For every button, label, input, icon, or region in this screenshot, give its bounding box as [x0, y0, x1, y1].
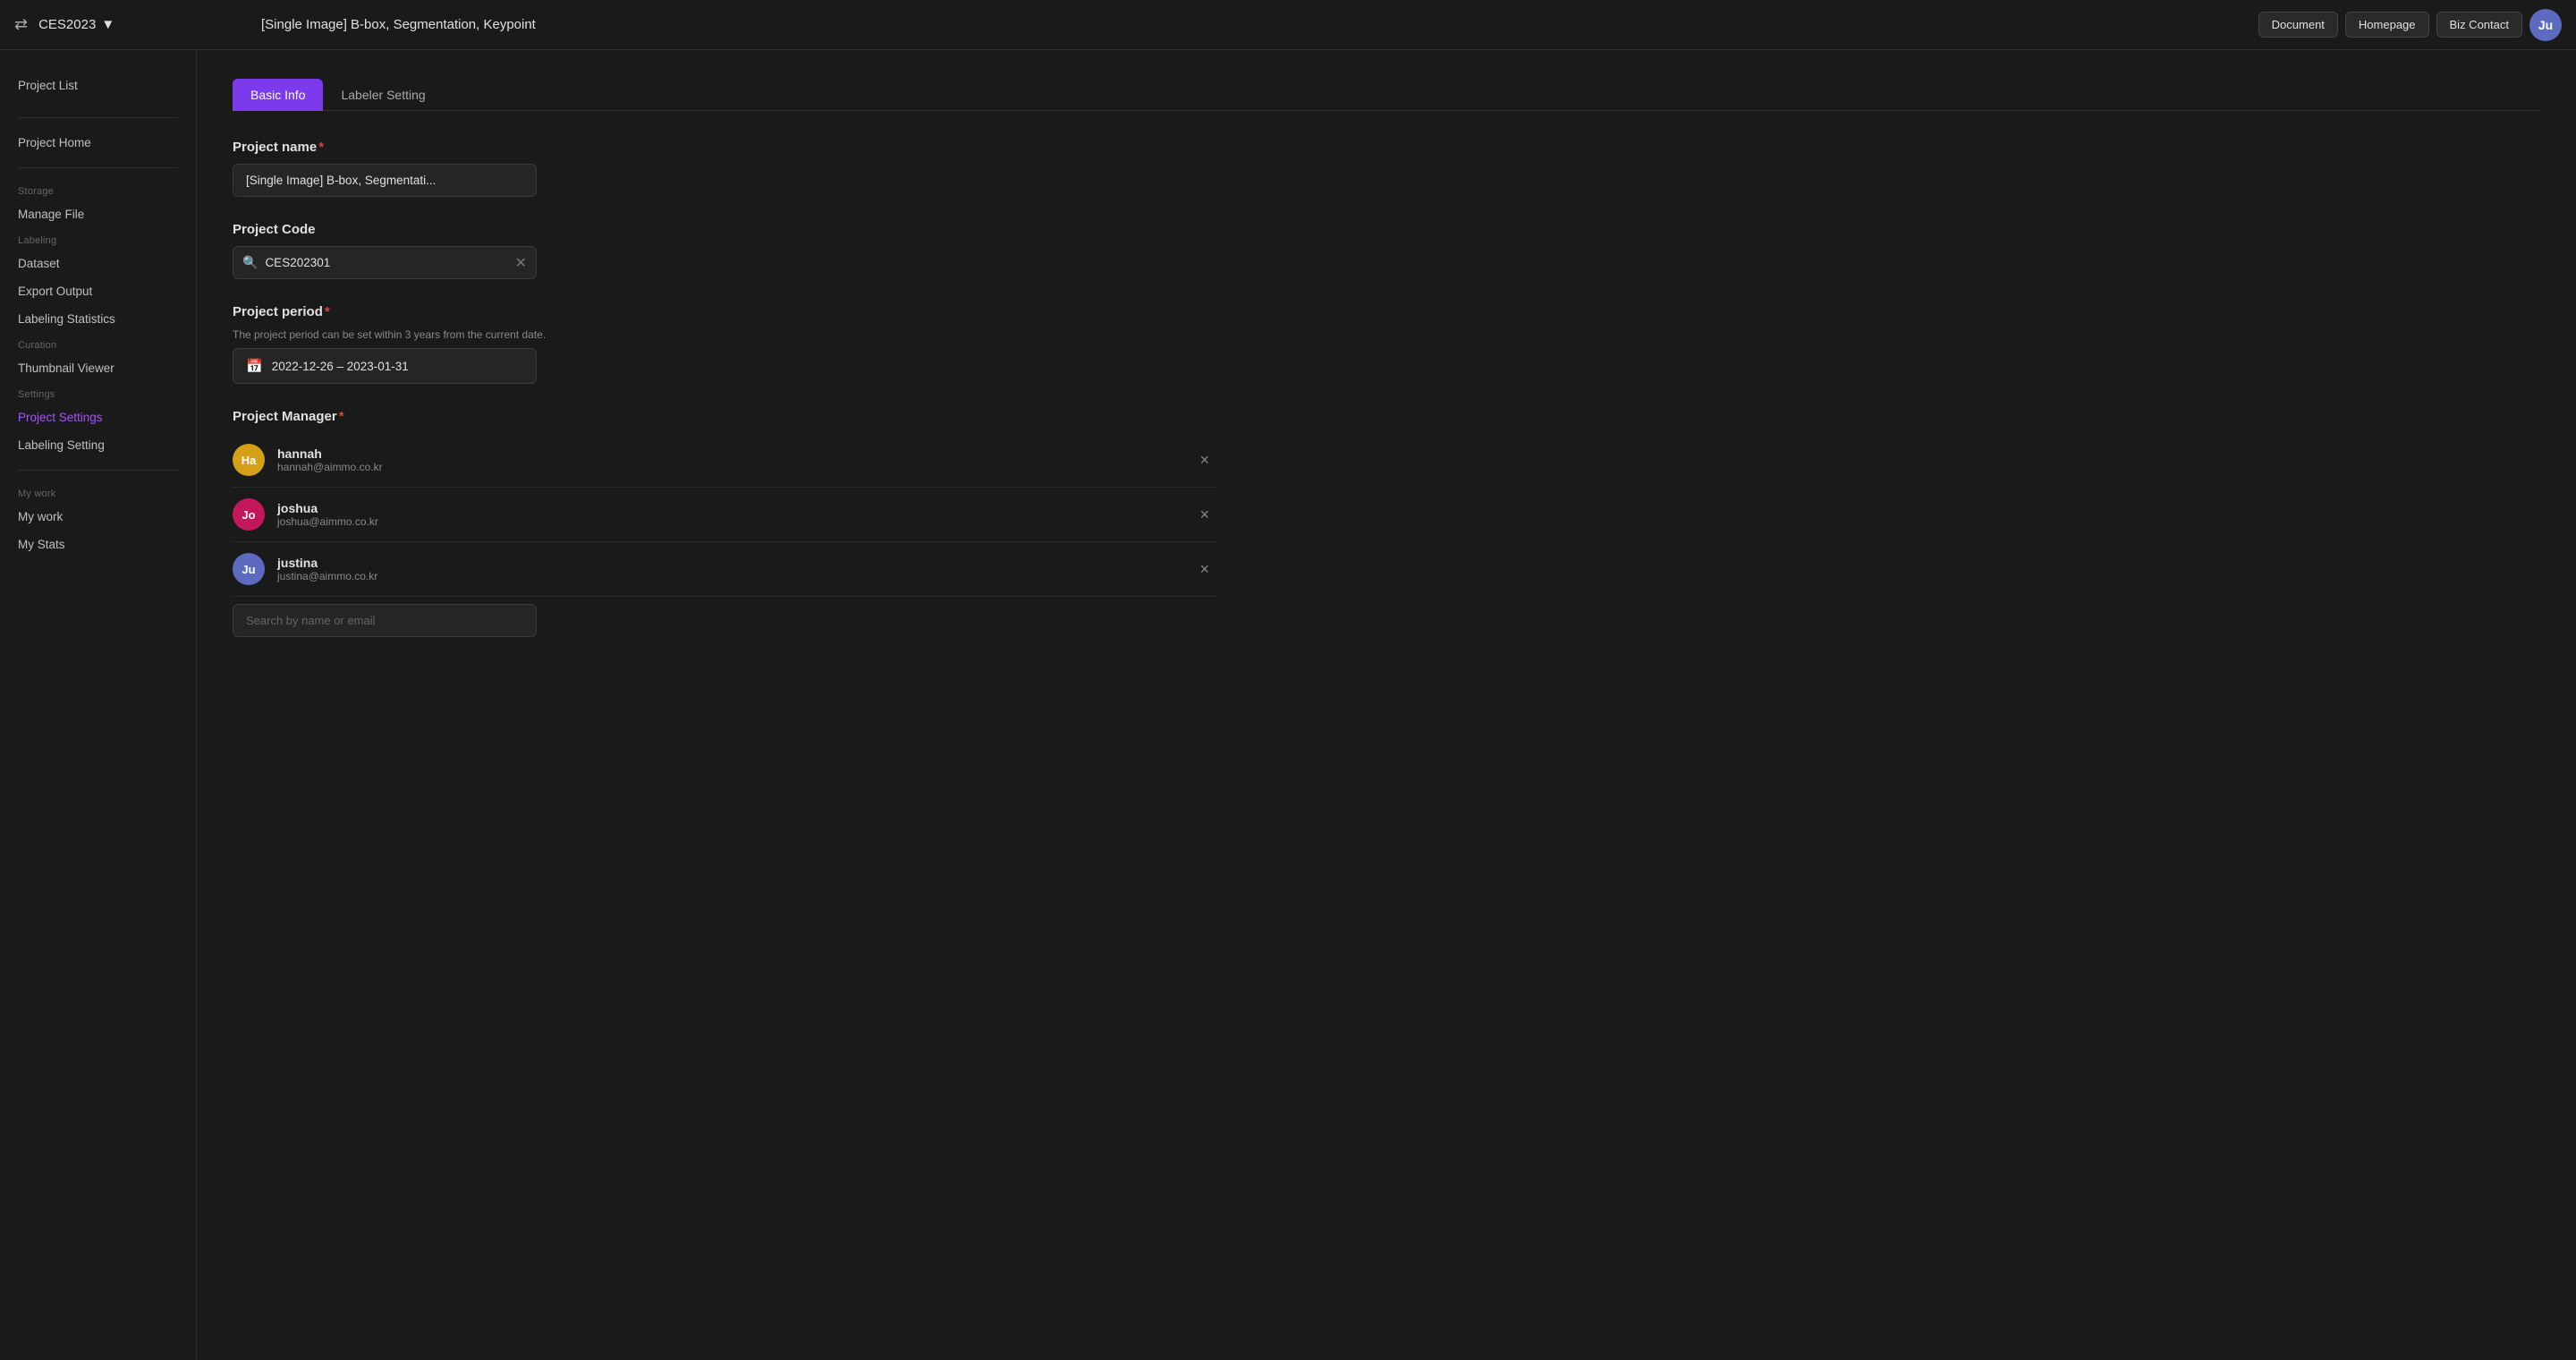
search-icon: 🔍 — [242, 255, 258, 270]
sidebar-item-project-home[interactable]: Project Home — [0, 129, 196, 157]
my-work-section-label: My work — [0, 481, 196, 503]
required-star-manager: * — [339, 409, 344, 424]
manager-search-input[interactable] — [233, 604, 537, 637]
labeling-section-label: Labeling — [0, 228, 196, 250]
sidebar-item-project-list[interactable]: Project List — [0, 72, 196, 106]
main-content: Basic Info Labeler Setting Project name*… — [197, 50, 2576, 1360]
date-range-value: 2022-12-26 – 2023-01-31 — [272, 360, 409, 373]
project-name: CES2023 — [38, 17, 96, 32]
project-name-section: Project name* — [233, 140, 2540, 197]
divider-1 — [18, 117, 178, 118]
settings-section-label: Settings — [0, 382, 196, 404]
main-layout: Project List Project Home Storage Manage… — [0, 50, 2576, 1360]
remove-manager-button[interactable]: × — [1192, 503, 1216, 526]
project-name-input[interactable] — [233, 164, 537, 197]
project-period-hint: The project period can be set within 3 y… — [233, 328, 2540, 341]
manager-list: Hahannahhannah@aimmo.co.kr×Jojoshuajoshu… — [233, 433, 1216, 597]
required-star: * — [318, 140, 324, 155]
topbar-left: ⇄ CES2023 ▼ — [14, 15, 247, 34]
tab-labeler-setting[interactable]: Labeler Setting — [323, 79, 443, 111]
project-manager-section: Project Manager* Ha hannahhannah@aimmo.co… — [233, 409, 2540, 637]
manager-item: Jo joshuajoshua@aimmo.co.kr× — [233, 488, 1216, 542]
remove-manager-button[interactable]: × — [1192, 557, 1216, 581]
manager-info: hannahhannah@aimmo.co.kr — [277, 446, 1192, 473]
manager-item: Ju justinajustina@aimmo.co.kr× — [233, 542, 1216, 597]
manager-email: hannah@aimmo.co.kr — [277, 461, 1192, 473]
calendar-icon: 📅 — [246, 358, 263, 374]
user-avatar[interactable]: Ju — [2529, 9, 2562, 41]
topbar-actions: Document Homepage Biz Contact Ju — [2258, 9, 2562, 41]
divider-3 — [18, 470, 178, 471]
divider-2 — [18, 167, 178, 168]
manager-email: joshua@aimmo.co.kr — [277, 515, 1192, 528]
required-star-period: * — [325, 304, 330, 319]
dropdown-icon: ▼ — [101, 17, 114, 32]
project-name-label: Project name* — [233, 140, 2540, 155]
tab-bar: Basic Info Labeler Setting — [233, 79, 2540, 111]
sidebar-item-project-settings[interactable]: Project Settings — [0, 404, 196, 431]
sidebar-item-export-output[interactable]: Export Output — [0, 277, 196, 305]
topbar: ⇄ CES2023 ▼ [Single Image] B-box, Segmen… — [0, 0, 2576, 50]
sidebar-item-my-work[interactable]: My work — [0, 503, 196, 531]
project-code-section: Project Code 🔍 ✕ — [233, 222, 2540, 279]
manager-avatar: Ha — [233, 444, 265, 476]
manager-item: Ha hannahhannah@aimmo.co.kr× — [233, 433, 1216, 488]
manager-avatar: Jo — [233, 498, 265, 531]
remove-manager-button[interactable]: × — [1192, 448, 1216, 472]
manager-email: justina@aimmo.co.kr — [277, 570, 1192, 582]
project-period-section: Project period* The project period can b… — [233, 304, 2540, 384]
manager-name: hannah — [277, 446, 1192, 461]
biz-contact-button[interactable]: Biz Contact — [2436, 12, 2522, 38]
sidebar-item-my-stats[interactable]: My Stats — [0, 531, 196, 558]
manager-name: joshua — [277, 501, 1192, 515]
project-manager-label: Project Manager* — [233, 409, 2540, 424]
document-button[interactable]: Document — [2258, 12, 2338, 38]
page-title: [Single Image] B-box, Segmentation, Keyp… — [247, 17, 2258, 32]
project-code-input[interactable] — [265, 247, 514, 278]
curation-section-label: Curation — [0, 333, 196, 354]
storage-section-label: Storage — [0, 179, 196, 200]
manager-name: justina — [277, 556, 1192, 570]
sidebar-item-labeling-setting[interactable]: Labeling Setting — [0, 431, 196, 459]
project-period-label: Project period* — [233, 304, 2540, 319]
project-selector[interactable]: CES2023 ▼ — [38, 17, 114, 32]
clear-icon[interactable]: ✕ — [515, 254, 527, 272]
sidebar: Project List Project Home Storage Manage… — [0, 50, 197, 1360]
date-range-picker[interactable]: 📅 2022-12-26 – 2023-01-31 — [233, 348, 537, 384]
homepage-button[interactable]: Homepage — [2345, 12, 2429, 38]
sidebar-item-labeling-statistics[interactable]: Labeling Statistics — [0, 305, 196, 333]
tab-basic-info[interactable]: Basic Info — [233, 79, 323, 111]
sidebar-item-dataset[interactable]: Dataset — [0, 250, 196, 277]
manager-info: justinajustina@aimmo.co.kr — [277, 556, 1192, 582]
sidebar-item-thumbnail-viewer[interactable]: Thumbnail Viewer — [0, 354, 196, 382]
project-code-label: Project Code — [233, 222, 2540, 237]
sidebar-item-manage-file[interactable]: Manage File — [0, 200, 196, 228]
menu-icon[interactable]: ⇄ — [14, 15, 28, 34]
manager-info: joshuajoshua@aimmo.co.kr — [277, 501, 1192, 528]
project-code-input-wrapper: 🔍 ✕ — [233, 246, 537, 279]
manager-avatar: Ju — [233, 553, 265, 585]
